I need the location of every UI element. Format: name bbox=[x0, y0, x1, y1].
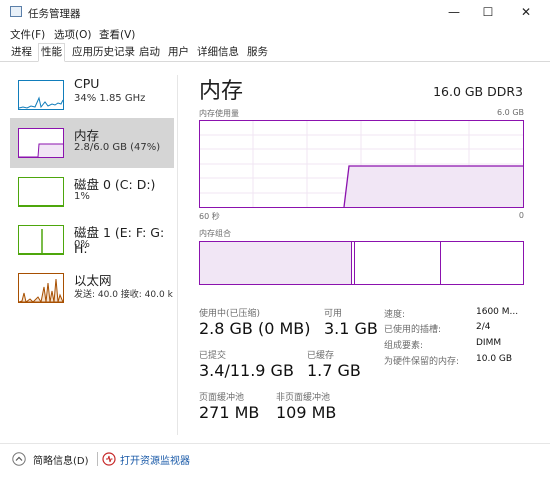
composition-in-use bbox=[200, 242, 351, 284]
form-factor-label: 组成要素: bbox=[384, 341, 424, 351]
tab-details[interactable]: 详细信息 bbox=[195, 44, 241, 61]
usage-chart-max: 6.0 GB bbox=[497, 108, 524, 117]
tab-startup[interactable]: 启动 bbox=[137, 44, 162, 61]
menu-view[interactable]: 查看(V) bbox=[99, 27, 135, 42]
sidebar-item-cpu-label: CPU bbox=[74, 76, 100, 91]
tab-processes[interactable]: 进程 bbox=[9, 44, 34, 61]
fewer-details-label: 简略信息(D) bbox=[33, 456, 89, 467]
menu-file[interactable]: 文件(F) bbox=[10, 27, 45, 42]
speed-label: 速度: bbox=[384, 310, 406, 320]
form-factor-value: DIMM bbox=[476, 338, 502, 348]
nonpaged-pool-value: 109 MB bbox=[276, 403, 337, 422]
hardware-reserved-value: 10.0 GB bbox=[476, 354, 513, 364]
sidebar-item-ethernet[interactable]: 以太网 发送: 40.0 接收: 40.0 k bbox=[10, 266, 175, 312]
usage-chart-time-right: 0 bbox=[518, 211, 524, 220]
slots-value: 2/4 bbox=[476, 322, 491, 332]
hardware-reserved-label: 为硬件保留的内存: bbox=[384, 357, 460, 367]
usage-chart-time-left: 60 秒 bbox=[199, 212, 220, 221]
usage-area bbox=[344, 166, 523, 207]
nonpaged-pool-label: 非页面缓冲池 bbox=[276, 393, 331, 403]
minimize-button[interactable]: — bbox=[437, 0, 471, 24]
memory-spec: 16.0 GB DDR3 bbox=[433, 84, 523, 99]
footer-divider bbox=[97, 452, 98, 466]
composition-label: 内存组合 bbox=[199, 229, 231, 238]
panel-divider bbox=[177, 75, 178, 435]
tab-app-history[interactable]: 应用历史记录 bbox=[70, 44, 137, 61]
usage-chart-label: 内存使用量 bbox=[199, 109, 239, 118]
open-resource-monitor-label: 打开资源监视器 bbox=[120, 456, 190, 467]
tab-services[interactable]: 服务 bbox=[245, 44, 270, 61]
in-use-label: 使用中(已压缩) bbox=[199, 309, 261, 319]
cached-value: 1.7 GB bbox=[307, 361, 361, 380]
available-value: 3.1 GB bbox=[324, 319, 378, 338]
available-label: 可用 bbox=[324, 309, 343, 319]
slots-label: 已使用的插槽: bbox=[384, 325, 442, 335]
committed-value: 3.4/11.9 GB bbox=[199, 361, 294, 380]
menu-options[interactable]: 选项(O) bbox=[54, 27, 91, 42]
maximize-button[interactable]: ☐ bbox=[471, 0, 505, 24]
resource-monitor-icon bbox=[102, 452, 116, 466]
memory-usage-chart bbox=[199, 120, 524, 208]
sidebar-item-disk-1-value: 0% bbox=[74, 239, 90, 250]
sidebar-item-cpu-value: 34% 1.85 GHz bbox=[74, 93, 146, 104]
cpu-thumbnail bbox=[18, 80, 64, 110]
chevron-up-icon bbox=[12, 452, 26, 466]
paged-pool-value: 271 MB bbox=[199, 403, 260, 422]
cached-label: 已缓存 bbox=[307, 351, 335, 361]
sidebar-item-memory[interactable]: 内存 2.8/6.0 GB (47%) bbox=[10, 120, 175, 166]
sidebar-item-ethernet-value: 发送: 40.0 接收: 40.0 k bbox=[74, 290, 173, 300]
sidebar-item-memory-value: 2.8/6.0 GB (47%) bbox=[74, 142, 161, 153]
memory-composition-bar bbox=[199, 241, 524, 285]
sidebar-item-disk-0[interactable]: 磁盘 0 (C: D:) 1% bbox=[10, 170, 175, 214]
disk-1-thumbnail bbox=[18, 225, 64, 255]
task-manager-icon bbox=[10, 6, 22, 17]
committed-label: 已提交 bbox=[199, 351, 227, 361]
page-title: 内存 bbox=[199, 79, 244, 104]
sidebar-item-disk-1[interactable]: 磁盘 1 (E: F: G: H: 0% bbox=[10, 218, 175, 262]
paged-pool-label: 页面缓冲池 bbox=[199, 393, 245, 403]
tab-performance[interactable]: 性能 bbox=[38, 43, 65, 62]
speed-value: 1600 M... bbox=[476, 307, 519, 317]
disk-0-thumbnail bbox=[18, 177, 64, 207]
close-button[interactable]: ✕ bbox=[509, 0, 543, 24]
footer-separator bbox=[0, 443, 550, 444]
window-title: 任务管理器 bbox=[28, 8, 81, 20]
memory-thumbnail bbox=[18, 128, 64, 158]
sidebar-item-disk-0-value: 1% bbox=[74, 191, 90, 202]
sidebar-item-cpu[interactable]: CPU 34% 1.85 GHz bbox=[10, 74, 175, 118]
tab-users[interactable]: 用户 bbox=[166, 44, 191, 61]
in-use-value: 2.8 GB (0 MB) bbox=[199, 319, 311, 338]
ethernet-thumbnail bbox=[18, 273, 64, 303]
